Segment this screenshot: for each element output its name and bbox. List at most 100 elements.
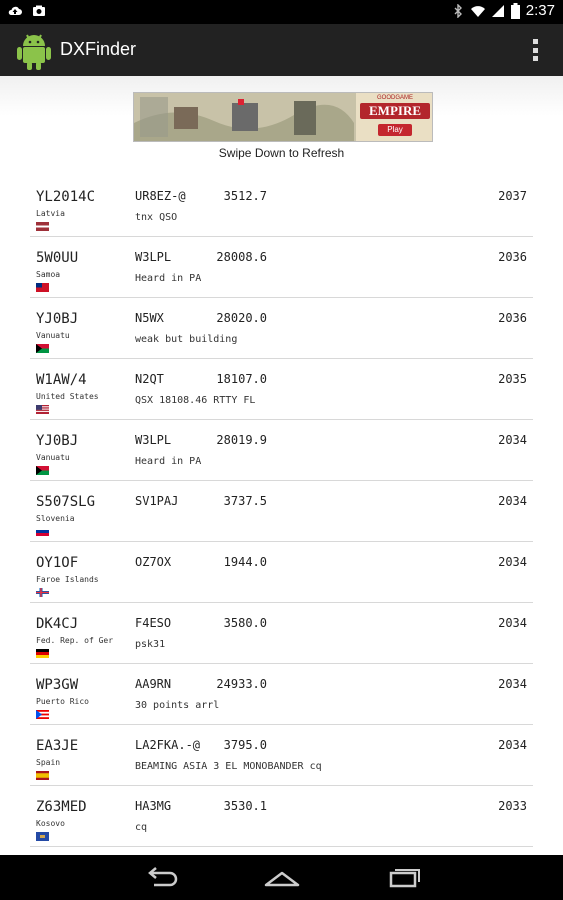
spot-comment: BEAMING ASIA 3 EL MONOBANDER cq <box>135 761 322 772</box>
spotter-callsign: N2QT <box>135 372 164 386</box>
dx-callsign: OY1OF <box>36 555 79 571</box>
battery-icon <box>510 2 520 19</box>
spot-row[interactable]: YJ0BJ Vanuatu N5WX 28020.0 weak but building… <box>30 298 533 359</box>
spot-time: 2036 <box>498 311 527 325</box>
slovenia-flag-icon <box>36 527 49 536</box>
spotter-callsign: UR8EZ-@ <box>135 189 186 203</box>
cell-signal-icon <box>491 4 504 17</box>
spot-row[interactable]: 5W0UU Samoa W3LPL 28008.6 Heard in PA 2036 <box>30 237 533 298</box>
dx-country: United States <box>36 392 99 401</box>
ad-play-button[interactable]: Play <box>378 124 412 136</box>
action-bar: DXFinder <box>0 24 563 76</box>
bluetooth-icon <box>454 3 462 18</box>
vanuatu-flag-icon <box>36 344 49 353</box>
spot-time: 2033 <box>498 799 527 813</box>
dx-country: Spain <box>36 758 61 767</box>
dx-callsign: W1AW/4 <box>36 372 87 388</box>
camera-icon <box>33 5 45 16</box>
frequency: 3737.5 <box>223 494 267 508</box>
frequency: 28019.9 <box>216 433 267 447</box>
spot-row[interactable]: EA3JE Spain LA2FKA.-@ 3795.0 BEAMING ASIA 3 … <box>30 725 533 786</box>
dx-callsign: EA3JE <box>36 738 79 754</box>
spot-comment: cq <box>135 822 148 833</box>
spot-comment: 30 points arrl <box>135 700 220 711</box>
dx-callsign: WP3GW <box>36 677 79 693</box>
spot-row[interactable]: OY1OF Faroe Islands OZ7OX 1944.0 2034 <box>30 542 533 603</box>
spot-comment: Heard in PA <box>135 273 202 284</box>
android-app-icon[interactable] <box>14 29 54 71</box>
recent-apps-icon[interactable] <box>383 865 423 891</box>
dx-country: Kosovo <box>36 819 65 828</box>
germany-flag-icon <box>36 649 49 658</box>
ad-brand: GOODGAME <box>376 95 413 101</box>
dx-country: Vanuatu <box>36 453 70 462</box>
spotter-callsign: SV1PAJ <box>135 494 179 508</box>
frequency: 1944.0 <box>223 555 267 569</box>
spot-row[interactable]: S507SLG Slovenia SV1PAJ 3737.5 2034 <box>30 481 533 542</box>
cloud-upload-icon <box>8 6 22 15</box>
spot-row[interactable]: DK4CJ Fed. Rep. of Ger F4ESO 3580.0 psk31 203… <box>30 603 533 664</box>
dx-country: Samoa <box>36 270 61 279</box>
overflow-menu-icon[interactable] <box>533 39 539 61</box>
spot-time: 2037 <box>498 189 527 203</box>
vanuatu-flag-icon <box>36 466 49 475</box>
navigation-bar <box>0 855 563 900</box>
spot-list[interactable]: YL2014C Latvia UR8EZ-@ 3512.7 tnx QSO 2037 5W0… <box>30 176 533 847</box>
spotter-callsign: OZ7OX <box>135 555 172 569</box>
spotter-callsign: W3LPL <box>135 250 172 264</box>
spot-comment: QSX 18108.46 RTTY FL <box>135 395 256 406</box>
dx-callsign: DK4CJ <box>36 616 79 632</box>
spot-comment: weak but building <box>135 334 238 345</box>
ad-game-title: EMPIRE <box>360 103 430 119</box>
home-icon[interactable] <box>262 865 302 891</box>
wifi-icon <box>470 5 485 17</box>
dx-country: Slovenia <box>36 514 75 523</box>
faroe-flag-icon <box>36 588 49 597</box>
frequency: 28020.0 <box>216 311 267 325</box>
spot-comment: psk31 <box>135 639 166 650</box>
spot-row[interactable]: YL2014C Latvia UR8EZ-@ 3512.7 tnx QSO 2037 <box>30 176 533 237</box>
spot-time: 2036 <box>498 250 527 264</box>
dx-callsign: YJ0BJ <box>36 433 79 449</box>
spot-time: 2034 <box>498 433 527 447</box>
usa-flag-icon <box>36 405 49 414</box>
dx-callsign: 5W0UU <box>36 250 79 266</box>
spot-row[interactable]: YJ0BJ Vanuatu W3LPL 28019.9 Heard in PA 2034 <box>30 420 533 481</box>
spotter-callsign: AA9RN <box>135 677 172 691</box>
status-bar: 2:37 <box>0 0 563 24</box>
ad-banner[interactable]: GOODGAME EMPIRE Play <box>133 92 433 142</box>
back-icon[interactable] <box>142 865 182 891</box>
spot-row[interactable]: Z63MED Kosovo HA3MG 3530.1 cq 2033 <box>30 786 533 847</box>
clock: 2:37 <box>525 2 555 19</box>
spotter-callsign: N5WX <box>135 311 164 325</box>
dx-country: Latvia <box>36 209 65 218</box>
spot-comment: Heard in PA <box>135 456 202 467</box>
frequency: 3530.1 <box>223 799 267 813</box>
frequency: 3580.0 <box>223 616 267 630</box>
dx-country: Vanuatu <box>36 331 70 340</box>
spotter-callsign: W3LPL <box>135 433 172 447</box>
spot-row[interactable]: WP3GW Puerto Rico AA9RN 24933.0 30 points ar… <box>30 664 533 725</box>
samoa-flag-icon <box>36 283 49 292</box>
app-title: DXFinder <box>60 39 137 59</box>
frequency: 28008.6 <box>216 250 267 264</box>
spotter-callsign: LA2FKA.-@ <box>135 738 201 752</box>
dx-callsign: S507SLG <box>36 494 96 510</box>
spotter-callsign: HA3MG <box>135 799 172 813</box>
dx-callsign: YJ0BJ <box>36 311 79 327</box>
spot-time: 2034 <box>498 738 527 752</box>
dx-country: Puerto Rico <box>36 697 89 706</box>
spain-flag-icon <box>36 771 49 780</box>
spot-time: 2034 <box>498 677 527 691</box>
spot-time: 2034 <box>498 616 527 630</box>
spot-row[interactable]: W1AW/4 United States N2QT 18107.0 QSX 18108.… <box>30 359 533 420</box>
frequency: 3795.0 <box>223 738 267 752</box>
dx-country: Faroe Islands <box>36 575 99 584</box>
refresh-hint: Swipe Down to Refresh <box>218 146 345 160</box>
kosovo-flag-icon <box>36 832 49 841</box>
dx-country: Fed. Rep. of Ger <box>36 636 114 645</box>
frequency: 18107.0 <box>216 372 267 386</box>
dx-callsign: YL2014C <box>36 189 96 205</box>
frequency: 3512.7 <box>223 189 267 203</box>
spot-time: 2034 <box>498 494 527 508</box>
